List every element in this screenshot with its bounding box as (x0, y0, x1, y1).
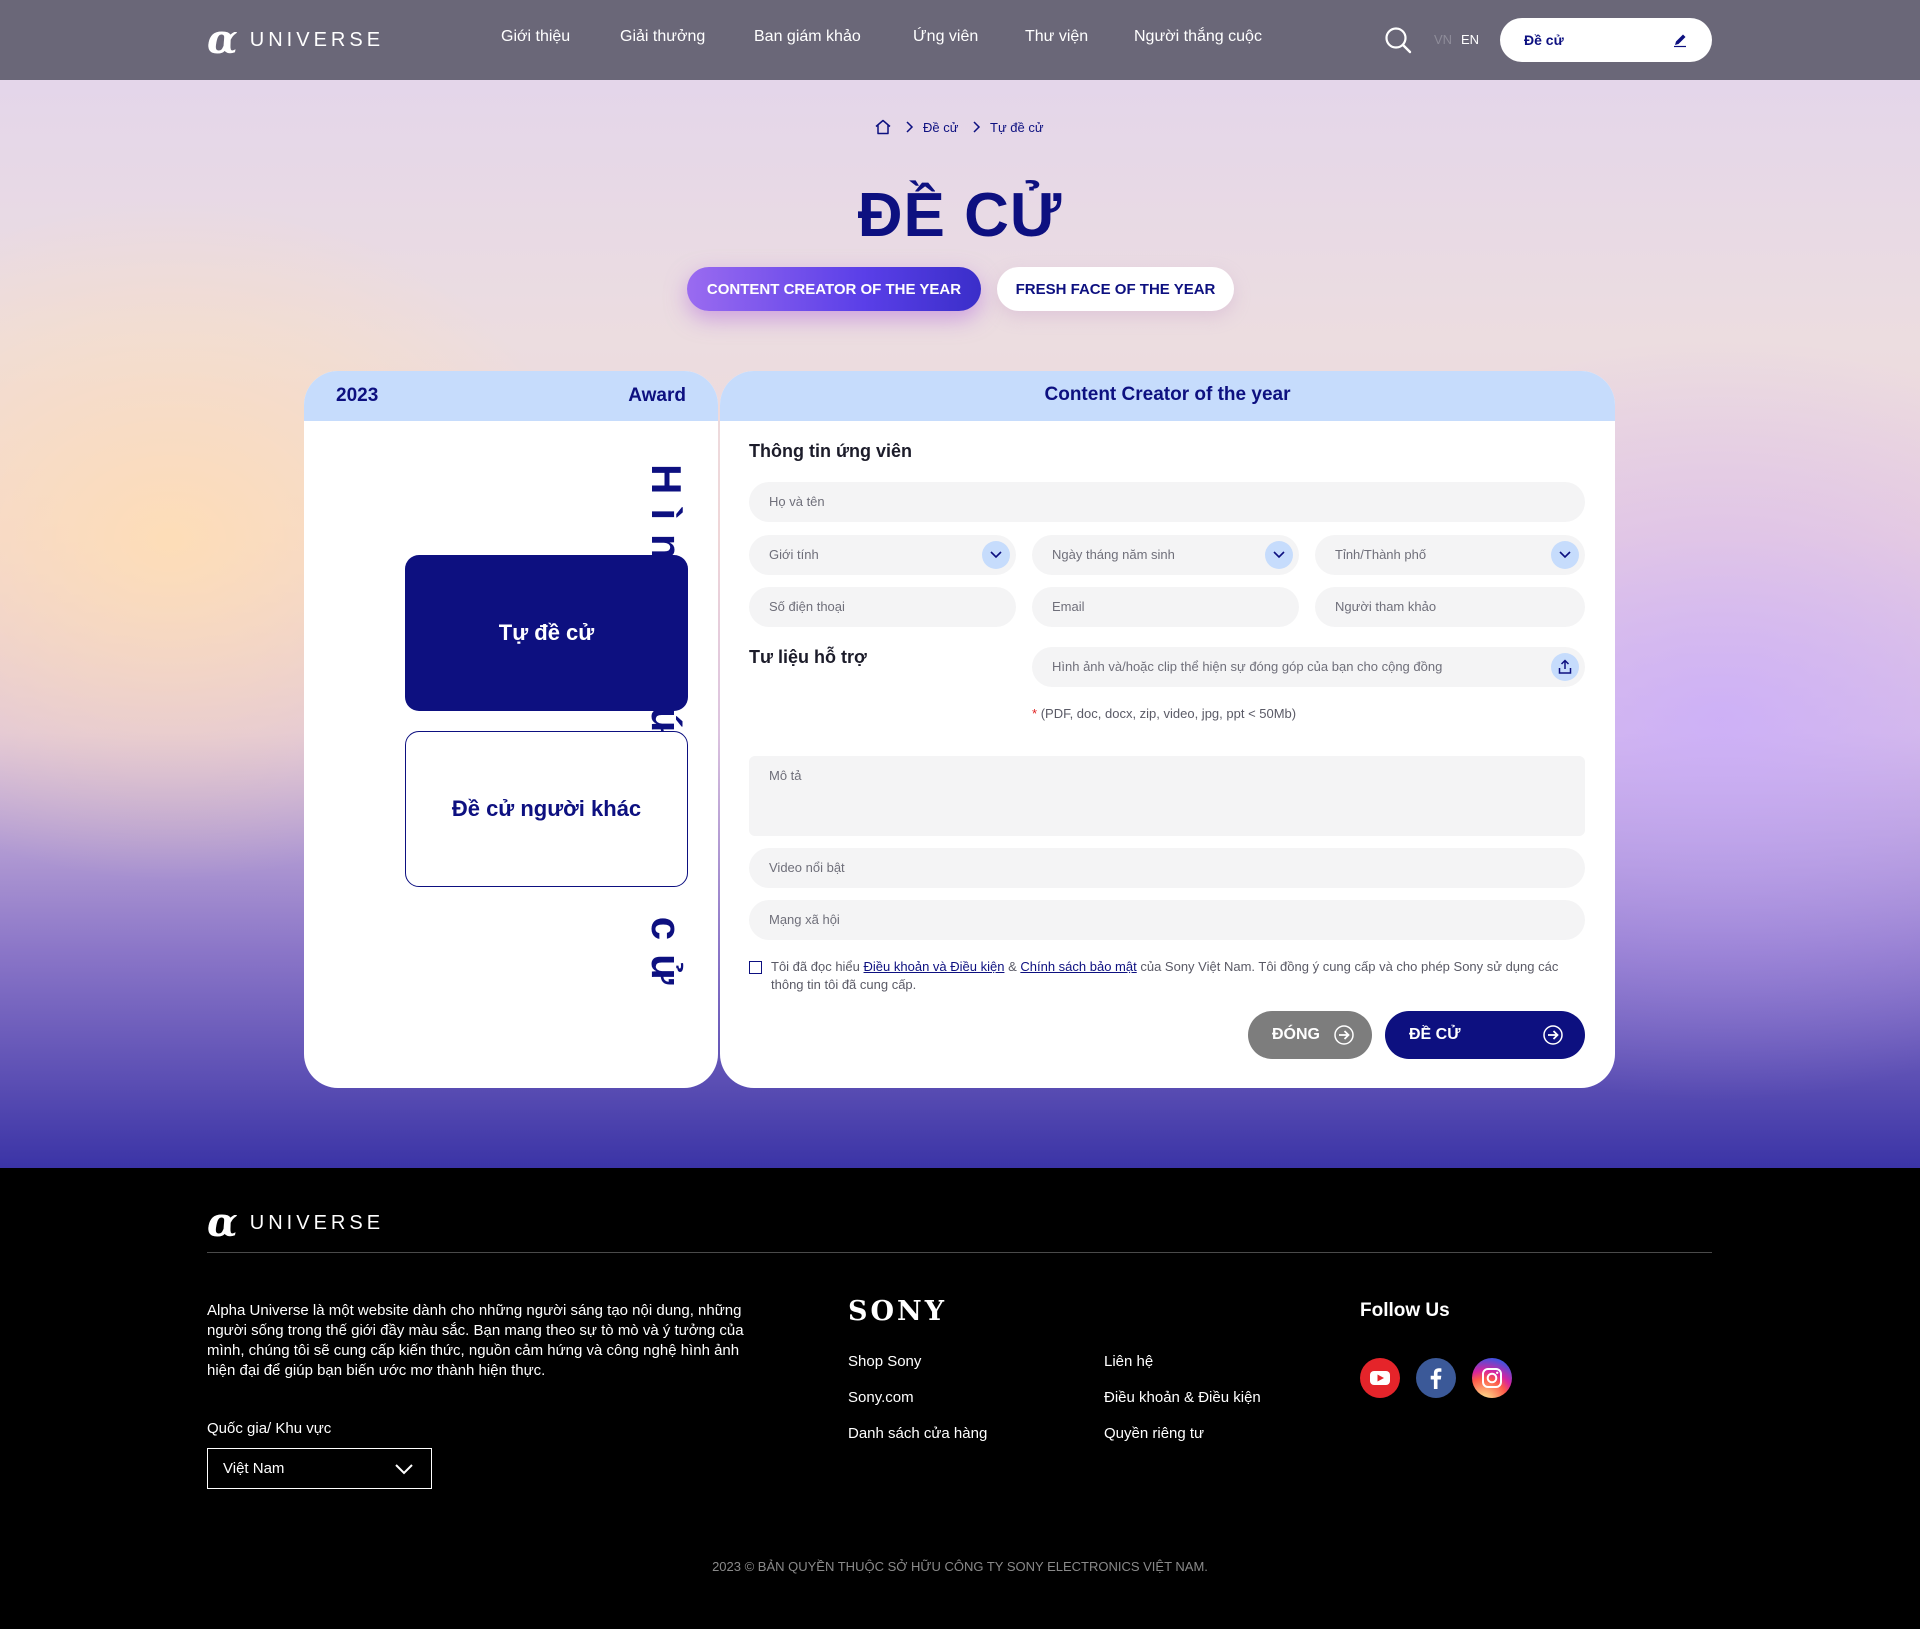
arrow-right-icon (1334, 1025, 1354, 1045)
footer-link-terms[interactable]: Điều khoản & Điều kiện (1104, 1389, 1261, 1406)
chevron-down-icon[interactable] (982, 541, 1010, 569)
follow-us-heading: Follow Us (1360, 1300, 1450, 1321)
site-footer: α UNIVERSE Alpha Universe là một website… (0, 1168, 1920, 1629)
form-header-title: Content Creator of the year (1044, 384, 1291, 405)
upload-placeholder: Hình ảnh và/hoặc clip thể hiện sự đóng g… (1052, 659, 1443, 674)
submit-nominate-button[interactable]: ĐỀ CỬ (1385, 1011, 1585, 1059)
pen-icon (1674, 34, 1686, 48)
nomination-form-panel: Content Creator of the year Thông tin ứn… (720, 371, 1615, 1088)
upload-icon[interactable] (1551, 653, 1579, 681)
province-placeholder: Tỉnh/Thành phố (1335, 547, 1427, 562)
breadcrumb-item-self-nominate: Tự đề cử (990, 120, 1044, 135)
country-select[interactable]: Việt Nam (207, 1448, 432, 1489)
featured-video-placeholder: Video nổi bật (769, 860, 845, 875)
nomination-type-panel: 2023 Award Hình thức đề cử Tự đề cử Đề c… (304, 371, 718, 1088)
instagram-icon[interactable] (1472, 1358, 1512, 1398)
required-star: * (1032, 706, 1038, 721)
birthdate-select[interactable]: Ngày tháng năm sinh (1032, 535, 1299, 575)
footer-link-privacy[interactable]: Quyền riêng tư (1104, 1425, 1204, 1442)
sony-logo: SONY (848, 1296, 947, 1327)
close-button-label: ĐÓNG (1272, 1026, 1320, 1043)
chevron-down-icon (395, 1464, 413, 1475)
gender-select[interactable]: Giới tính (749, 535, 1016, 575)
self-nominate-option[interactable]: Tự đề cử (405, 555, 688, 711)
featured-video-input[interactable]: Video nổi bật (749, 848, 1585, 888)
nav-item-candidates[interactable]: Ứng viên (913, 28, 978, 46)
birthdate-placeholder: Ngày tháng năm sinh (1052, 547, 1175, 562)
header-nominate-button[interactable]: Đề cử (1500, 18, 1712, 62)
breadcrumb: Đề cử Tự đề cử (0, 118, 1920, 138)
page-title: ĐỀ CỬ (857, 181, 1063, 250)
email-placeholder: Email (1052, 599, 1085, 614)
breadcrumb-item-nominate[interactable]: Đề cử (923, 120, 958, 135)
lang-en[interactable]: EN (1461, 32, 1479, 47)
footer-logo[interactable]: α UNIVERSE (207, 1203, 384, 1243)
search-icon[interactable] (1384, 26, 1412, 54)
file-upload-input[interactable]: Hình ảnh và/hoặc clip thể hiện sự đóng g… (1032, 647, 1585, 687)
footer-link-contact[interactable]: Liên hệ (1104, 1353, 1153, 1370)
chevron-down-icon[interactable] (1265, 541, 1293, 569)
form-header: Content Creator of the year (720, 371, 1615, 421)
footer-divider (207, 1252, 1712, 1253)
social-network-input[interactable]: Mạng xã hội (749, 900, 1585, 940)
header-nominate-label: Đề cử (1524, 32, 1564, 48)
support-material-heading: Tư liệu hỗ trợ (749, 647, 867, 667)
arrow-right-icon (1543, 1025, 1563, 1045)
footer-link-shop-sony[interactable]: Shop Sony (848, 1353, 921, 1370)
lang-vn[interactable]: VN (1434, 32, 1452, 47)
full-name-placeholder: Họ và tên (769, 494, 825, 509)
country-label: Quốc gia/ Khu vực (207, 1420, 332, 1437)
description-placeholder: Mô tả (769, 768, 802, 783)
close-button[interactable]: ĐÓNG (1248, 1011, 1372, 1059)
tab-fresh-face[interactable]: FRESH FACE OF THE YEAR (997, 267, 1234, 311)
referrer-input[interactable]: Người tham khảo (1315, 587, 1585, 627)
submit-button-label: ĐỀ CỬ (1409, 1026, 1461, 1043)
file-format-text: (PDF, doc, docx, zip, video, jpg, ppt < … (1040, 706, 1297, 721)
nav-item-judges[interactable]: Ban giám khảo (754, 28, 861, 46)
nav-item-intro[interactable]: Giới thiệu (501, 28, 570, 46)
full-name-input[interactable]: Họ và tên (749, 482, 1585, 522)
tab-content-creator[interactable]: CONTENT CREATOR OF THE YEAR (687, 267, 981, 311)
footer-about-text: Alpha Universe là một website dành cho n… (207, 1302, 744, 1379)
copyright-text: 2023 © BẢN QUYỀN THUỘC SỞ HỮU CÔNG TY SO… (712, 1559, 1208, 1574)
agree-text: Tôi đã đọc hiểu Điều khoản và Điều kiện … (771, 958, 1591, 994)
nominate-other-option[interactable]: Đề cử người khác (405, 731, 688, 887)
alpha-logo-icon: α (207, 1199, 238, 1246)
file-format-note: * (PDF, doc, docx, zip, video, jpg, ppt … (1032, 706, 1296, 721)
nav-item-awards[interactable]: Giải thưởng (620, 28, 705, 46)
agree-and: & (1008, 959, 1017, 974)
candidate-info-heading: Thông tin ứng viên (749, 441, 913, 461)
social-network-placeholder: Mạng xã hội (769, 912, 840, 927)
description-textarea[interactable]: Mô tả (749, 756, 1585, 836)
phone-placeholder: Số điện thoại (769, 599, 845, 614)
home-icon[interactable] (874, 118, 892, 136)
chevron-right-icon (973, 121, 981, 133)
site-header: α UNIVERSE Giới thiệu Giải thưởng Ban gi… (0, 0, 1920, 80)
facebook-icon[interactable] (1416, 1358, 1456, 1398)
terms-link[interactable]: Điều khoản và Điều kiện (864, 959, 1005, 974)
country-value: Việt Nam (223, 1460, 285, 1477)
gender-placeholder: Giới tính (769, 547, 819, 562)
agree-prefix: Tôi đã đọc hiểu (771, 959, 860, 974)
agree-checkbox[interactable] (749, 961, 762, 974)
phone-input[interactable]: Số điện thoại (749, 587, 1016, 627)
nav-item-library[interactable]: Thư viện (1025, 28, 1088, 46)
province-select[interactable]: Tỉnh/Thành phố (1315, 535, 1585, 575)
chevron-down-icon[interactable] (1551, 541, 1579, 569)
nav-item-winners[interactable]: Người thắng cuộc (1134, 28, 1262, 46)
footer-link-store-list[interactable]: Danh sách cửa hàng (848, 1425, 987, 1442)
chevron-right-icon (906, 121, 914, 133)
panel-year: 2023 (336, 385, 379, 406)
privacy-link[interactable]: Chính sách bảo mật (1020, 959, 1136, 974)
panel-award: Award (628, 385, 686, 406)
youtube-icon[interactable] (1360, 1358, 1400, 1398)
footer-logo-text: UNIVERSE (249, 1211, 385, 1234)
panel-header: 2023 Award (304, 371, 718, 421)
email-input[interactable]: Email (1032, 587, 1299, 627)
footer-link-sony-com[interactable]: Sony.com (848, 1389, 914, 1406)
referrer-placeholder: Người tham khảo (1335, 599, 1437, 614)
